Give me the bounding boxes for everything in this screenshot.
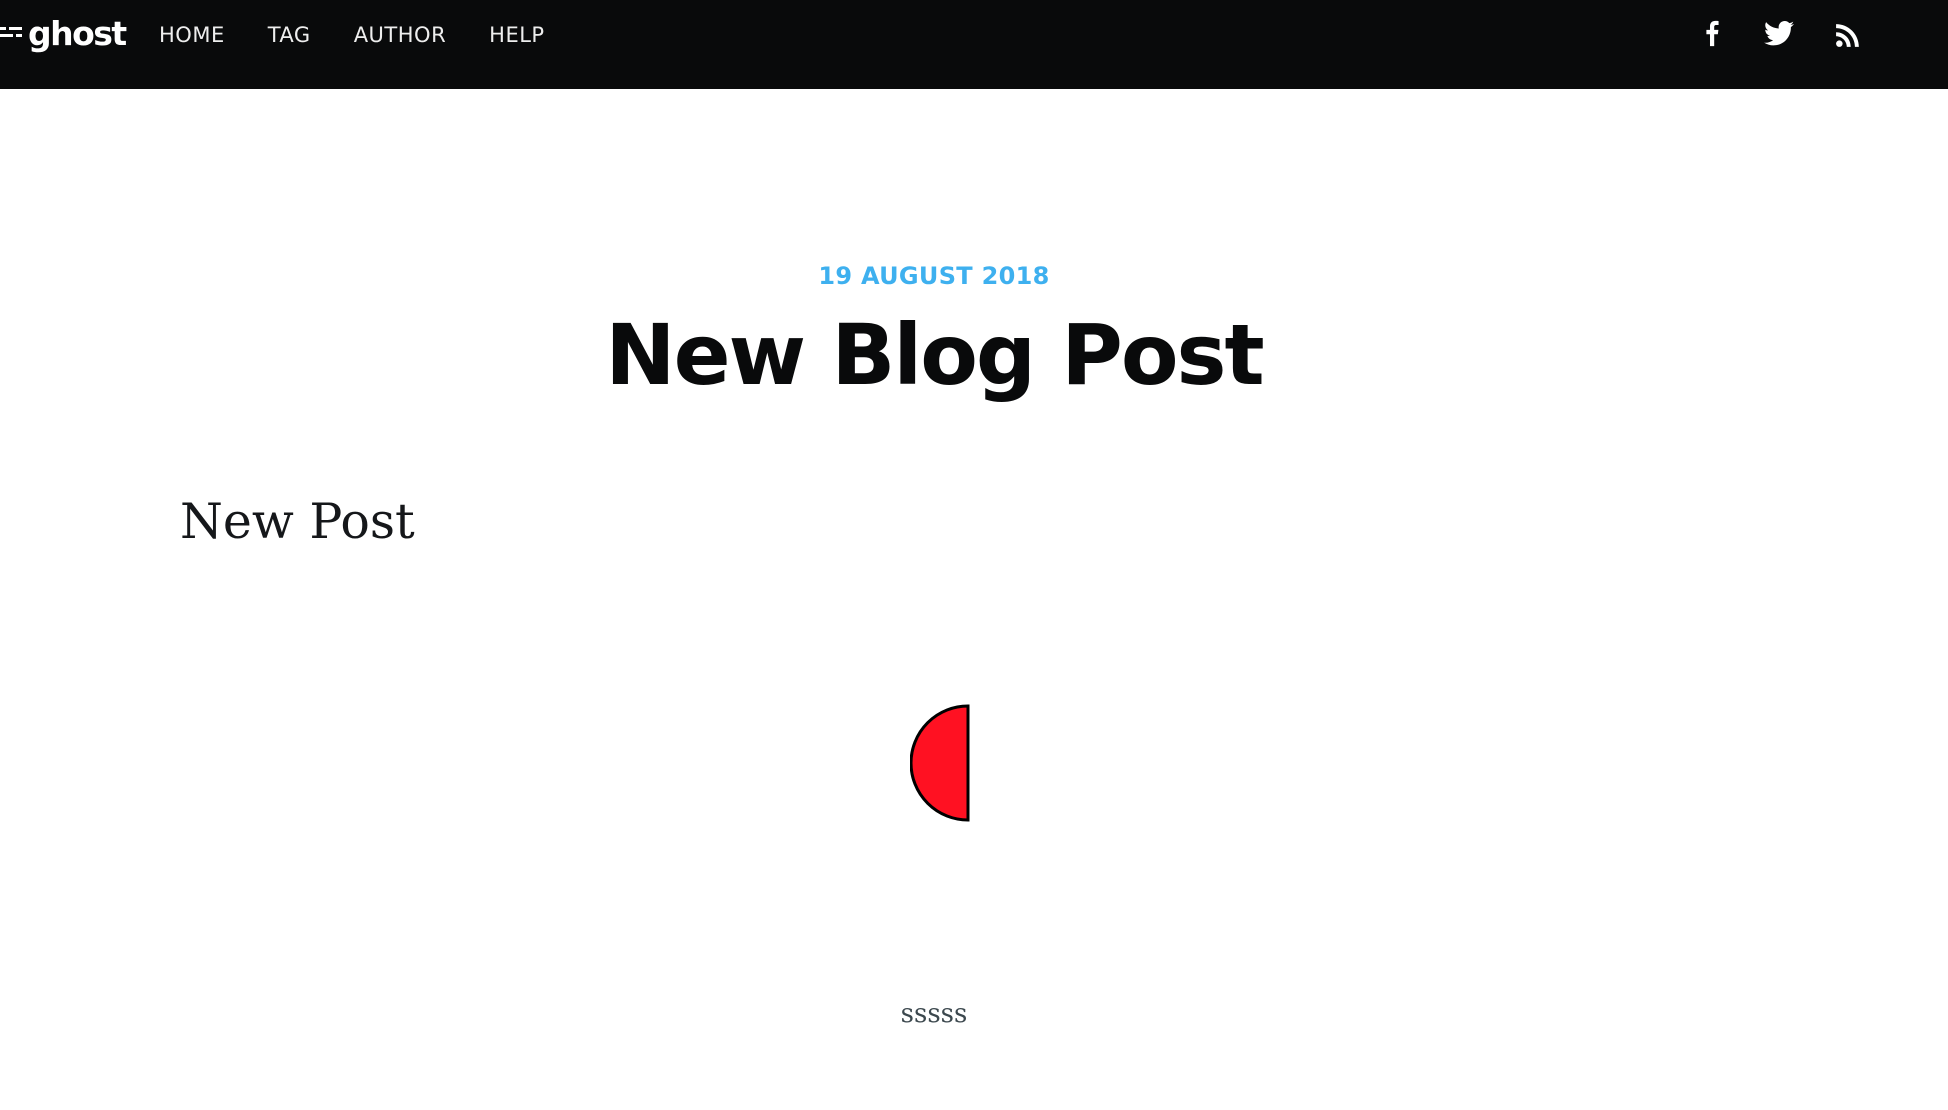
twitter-icon: [1764, 20, 1794, 45]
rss-icon: [1836, 24, 1859, 47]
facebook-icon: [1706, 20, 1719, 47]
post-body-text: sssss: [900, 999, 968, 1029]
main-nav: HOME TAG AUTHOR HELP: [159, 20, 588, 50]
half-circle-image: [910, 704, 970, 822]
ghost-logo-icon: [0, 27, 22, 37]
nav-author[interactable]: AUTHOR: [354, 20, 446, 50]
nav-tag[interactable]: TAG: [268, 20, 311, 50]
site-header: ghost HOME TAG AUTHOR HELP: [0, 0, 1948, 89]
twitter-link[interactable]: [1762, 14, 1796, 52]
ghost-logo-link[interactable]: ghost: [0, 10, 127, 56]
nav-home[interactable]: HOME: [159, 20, 225, 50]
rss-link[interactable]: [1834, 16, 1862, 54]
nav-help[interactable]: HELP: [489, 20, 544, 50]
half-circle-figure: [910, 703, 970, 823]
brand-name: ghost: [28, 13, 127, 53]
post-title: New Blog Post: [605, 306, 1264, 404]
post-date: 19 AUGUST 2018: [818, 262, 1050, 290]
content-heading: New Post: [180, 493, 415, 550]
facebook-link[interactable]: [1700, 14, 1724, 52]
